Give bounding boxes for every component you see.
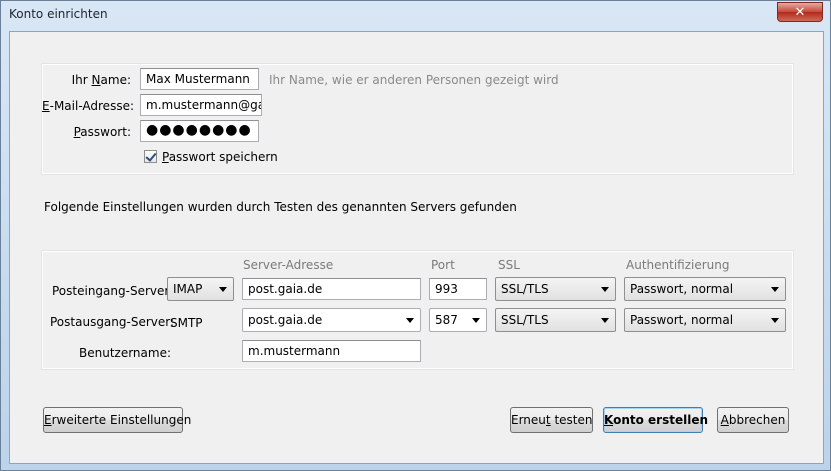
chevron-down-icon <box>601 318 609 323</box>
close-icon: ✕ <box>794 5 806 20</box>
password-label: Passwort: <box>73 125 131 139</box>
dialog-content: Ihr Name: Max Mustermann Ihr Name, wie e… <box>9 31 824 464</box>
close-button[interactable]: ✕ <box>777 2 823 22</box>
name-hint: Ihr Name, wie er anderen Personen gezeig… <box>269 73 559 87</box>
window-title: Konto einrichten <box>9 7 108 21</box>
chevron-down-icon <box>472 318 480 323</box>
outgoing-ssl-select[interactable]: SSL/TLS <box>495 308 616 332</box>
server-settings-group: Server-Adresse Port SSL Authentifizierun… <box>41 250 794 370</box>
incoming-port-input[interactable]: 993 <box>429 278 487 300</box>
outgoing-auth-select[interactable]: Passwort, normal <box>624 308 786 332</box>
remember-password-label[interactable]: Passwort speichern <box>162 150 278 164</box>
cancel-button[interactable]: Abbrechen <box>717 407 789 433</box>
header-server-address: Server-Adresse <box>243 258 334 272</box>
username-label: Benutzername: <box>79 346 172 360</box>
name-label: Ihr Name: <box>71 73 131 87</box>
outgoing-protocol-value: SMTP <box>170 316 203 330</box>
status-message: Folgende Einstellungen wurden durch Test… <box>44 200 517 214</box>
chevron-down-icon <box>771 318 779 323</box>
create-account-button[interactable]: Konto erstellen <box>603 407 708 433</box>
email-input[interactable]: m.mustermann@gaia.de <box>140 94 262 116</box>
incoming-address-input[interactable]: post.gaia.de <box>242 278 421 300</box>
header-ssl: SSL <box>498 258 520 272</box>
name-input[interactable]: Max Mustermann <box>140 68 259 90</box>
header-authentication: Authentifizierung <box>626 258 730 272</box>
chevron-down-icon <box>771 287 779 292</box>
dialog-window: Konto einrichten ✕ Ihr Name: Max Musterm… <box>0 0 831 471</box>
outgoing-port-select[interactable]: 587 <box>429 308 487 332</box>
chevron-down-icon <box>406 318 414 323</box>
password-input[interactable]: ●●●●●●●● <box>140 120 259 142</box>
outgoing-server-label: Postausgang-Server: <box>50 315 175 329</box>
incoming-auth-select[interactable]: Passwort, normal <box>624 277 786 301</box>
retest-button[interactable]: Erneut testen <box>510 407 593 433</box>
username-input[interactable]: m.mustermann <box>242 340 421 362</box>
incoming-protocol-select[interactable]: IMAP <box>167 277 234 301</box>
email-label: E-Mail-Adresse: <box>42 99 134 113</box>
header-port: Port <box>431 258 455 272</box>
advanced-settings-button[interactable]: Erweiterte Einstellungen <box>43 407 191 433</box>
incoming-server-label: Posteingang-Server: <box>52 284 174 298</box>
remember-password-checkbox[interactable] <box>144 150 157 163</box>
outgoing-address-select[interactable]: post.gaia.de <box>242 308 421 332</box>
chevron-down-icon <box>601 287 609 292</box>
chevron-down-icon <box>219 287 227 292</box>
incoming-ssl-select[interactable]: SSL/TLS <box>495 277 616 301</box>
identity-group: Ihr Name: Max Mustermann Ihr Name, wie e… <box>41 63 794 175</box>
